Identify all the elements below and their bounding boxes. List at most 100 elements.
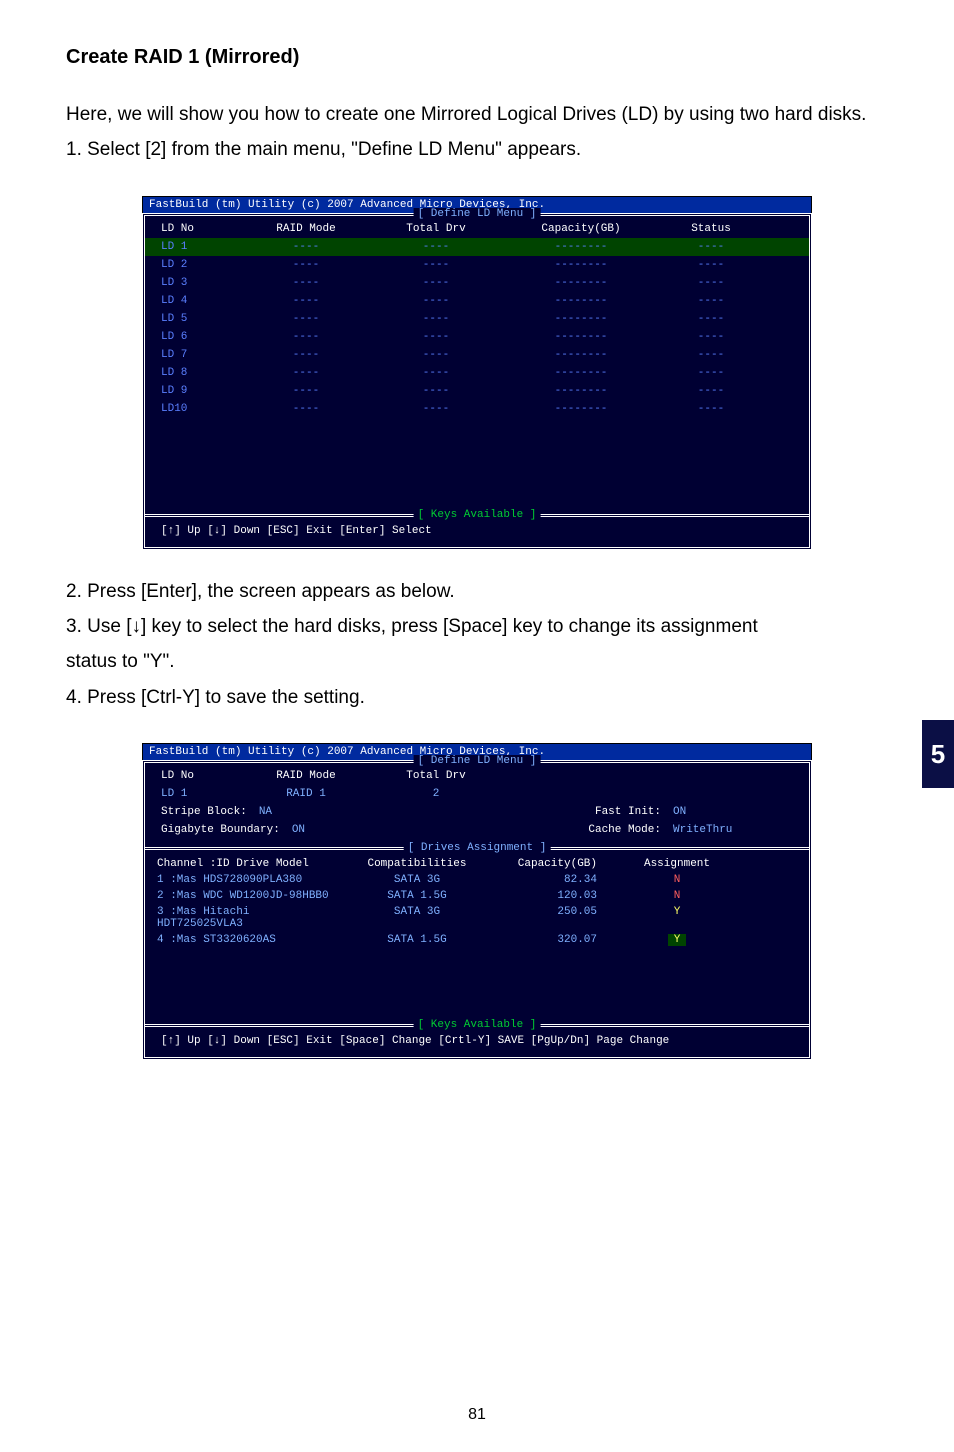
ld-no-cell: LD 2 (161, 259, 241, 271)
drive-row: 2 :Mas WDC WD1200JD-98HBB0SATA 1.5G120.0… (145, 888, 809, 904)
col-total-drv: Total Drv (371, 770, 501, 782)
capacity-cell: 120.03 (497, 890, 617, 902)
gigabyte-boundary-label: Gigabyte Boundary: (161, 824, 280, 836)
compatibility-cell: SATA 3G (337, 906, 497, 930)
capacity-cell: -------- (501, 241, 661, 253)
drive-row: 3 :Mas Hitachi HDT725025VLA3SATA 3G250.0… (145, 904, 809, 932)
ld-no-value: LD 1 (161, 788, 241, 800)
col-total-drv: Total Drv (371, 223, 501, 235)
drive-row: 1 :Mas HDS728090PLA380SATA 3G82.34N (145, 872, 809, 888)
raid-mode-cell: ---- (241, 259, 371, 271)
capacity-cell: -------- (501, 349, 661, 361)
ld-list-row: LD 4-------------------- (145, 292, 809, 310)
ld-list-row: LD 3-------------------- (145, 274, 809, 292)
step-1: 1. Select [2] from the main menu, "Defin… (66, 134, 888, 165)
col-compatibilities: Compatibilities (337, 858, 497, 870)
ld-no-cell: LD10 (161, 403, 241, 415)
col-ld-no: LD No (161, 770, 241, 782)
total-drv-value: 2 (371, 788, 501, 800)
channel-model-cell: 3 :Mas Hitachi HDT725025VLA3 (157, 906, 337, 930)
raid-mode-cell: ---- (241, 241, 371, 253)
assignment-value: N (674, 874, 681, 886)
page-number: 81 (468, 1406, 486, 1424)
assignment-value: Y (674, 906, 681, 918)
ld-no-cell: LD 5 (161, 313, 241, 325)
bios-screenshot-drives-assignment: FastBuild (tm) Utility (c) 2007 Advanced… (142, 743, 812, 1060)
total-drv-cell: ---- (371, 241, 501, 253)
capacity-cell: -------- (501, 313, 661, 325)
step-3b: status to "Y". (66, 646, 888, 677)
capacity-cell: 320.07 (497, 934, 617, 946)
ld-list-row: LD 8-------------------- (145, 364, 809, 382)
compatibility-cell: SATA 1.5G (337, 934, 497, 946)
raid-mode-cell: ---- (241, 367, 371, 379)
drives-header-row: Channel :ID Drive Model Compatibilities … (145, 856, 809, 872)
col-assignment: Assignment (617, 858, 737, 870)
capacity-cell: -------- (501, 277, 661, 289)
intro-paragraph: Here, we will show you how to create one… (66, 99, 888, 130)
raid-mode-cell: ---- (241, 277, 371, 289)
bios-screenshot-define-ld: FastBuild (tm) Utility (c) 2007 Advanced… (142, 196, 812, 550)
ld-no-cell: LD 9 (161, 385, 241, 397)
ld-list-row: LD10-------------------- (145, 400, 809, 418)
status-cell: ---- (661, 313, 761, 325)
col-channel-model: Channel :ID Drive Model (157, 858, 337, 870)
total-drv-cell: ---- (371, 349, 501, 361)
col-status: Status (661, 223, 761, 235)
total-drv-cell: ---- (371, 331, 501, 343)
capacity-cell: 250.05 (497, 906, 617, 930)
step-4: 4. Press [Ctrl-Y] to save the setting. (66, 682, 888, 713)
status-cell: ---- (661, 403, 761, 415)
ld-no-cell: LD 1 (161, 241, 241, 253)
ld-list-row: LD 1-------------------- (145, 238, 809, 256)
channel-model-cell: 2 :Mas WDC WD1200JD-98HBB0 (157, 890, 337, 902)
table-header-row: LD No RAID Mode Total Drv Capacity(GB) S… (145, 220, 809, 238)
ld-list-row: LD 6-------------------- (145, 328, 809, 346)
cache-mode-value: WriteThru (673, 824, 733, 836)
ld-no-cell: LD 3 (161, 277, 241, 289)
total-drv-cell: ---- (371, 385, 501, 397)
ld-no-cell: LD 8 (161, 367, 241, 379)
gigabyte-boundary-value: ON (292, 824, 305, 836)
keys-available-label: [ Keys Available ] (414, 509, 541, 521)
ld-config-row: LD 1 RAID 1 2 (145, 785, 809, 803)
cache-mode-label: Cache Mode: (588, 824, 661, 836)
col-ld-no: LD No (161, 223, 241, 235)
section-heading: Create RAID 1 (Mirrored) (66, 46, 888, 69)
status-cell: ---- (661, 385, 761, 397)
keys-available-frame: [ Keys Available ] [↑] Up [↓] Down [ESC]… (145, 514, 809, 547)
ld-list-row: LD 9-------------------- (145, 382, 809, 400)
col-raid-mode: RAID Mode (241, 223, 371, 235)
capacity-cell: -------- (501, 259, 661, 271)
ld-list-row: LD 2-------------------- (145, 256, 809, 274)
assignment-value: N (674, 890, 681, 902)
ld-config-header: LD No RAID Mode Total Drv (145, 767, 809, 785)
status-cell: ---- (661, 331, 761, 343)
ld-no-cell: LD 7 (161, 349, 241, 361)
status-cell: ---- (661, 349, 761, 361)
gigabyte-cache-row: Gigabyte Boundary: ON Cache Mode: WriteT… (145, 821, 809, 839)
keys-available-frame: [ Keys Available ] [↑] Up [↓] Down [ESC]… (145, 1024, 809, 1057)
status-cell: ---- (661, 277, 761, 289)
status-cell: ---- (661, 241, 761, 253)
ld-list-row: LD 5-------------------- (145, 310, 809, 328)
step-3a: 3. Use [↓] key to select the hard disks,… (66, 611, 888, 642)
capacity-cell: -------- (501, 403, 661, 415)
keys-help-text: [↑] Up [↓] Down [ESC] Exit [Enter] Selec… (161, 525, 432, 537)
col-raid-mode: RAID Mode (241, 770, 371, 782)
raid-mode-cell: ---- (241, 403, 371, 415)
capacity-cell: -------- (501, 367, 661, 379)
stripe-block-label: Stripe Block: (161, 806, 247, 818)
channel-model-cell: 4 :Mas ST3320620AS (157, 934, 337, 946)
col-capacity: Capacity(GB) (501, 223, 661, 235)
keys-available-label: [ Keys Available ] (414, 1019, 541, 1031)
keys-help-text: [↑] Up [↓] Down [ESC] Exit [Space] Chang… (161, 1035, 669, 1047)
drives-assignment-label: [ Drives Assignment ] (404, 842, 551, 854)
assignment-cell: N (617, 874, 737, 886)
total-drv-cell: ---- (371, 313, 501, 325)
total-drv-cell: ---- (371, 259, 501, 271)
assignment-cell: Y (617, 906, 737, 930)
total-drv-cell: ---- (371, 277, 501, 289)
raid-mode-cell: ---- (241, 331, 371, 343)
raid-mode-cell: ---- (241, 313, 371, 325)
